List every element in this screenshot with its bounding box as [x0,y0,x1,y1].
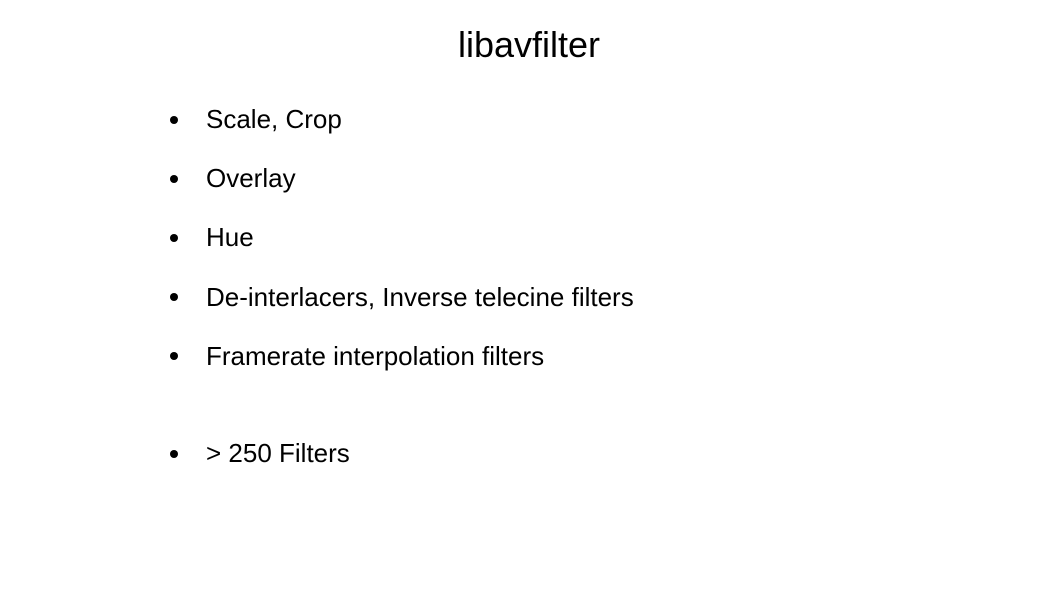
slide-container: libavfilter Scale, Crop Overlay Hue De-i… [0,0,1058,595]
list-item: > 250 Filters [170,438,1058,469]
list-item: Framerate interpolation filters [170,341,1058,372]
bullet-icon [170,234,178,242]
list-item: Scale, Crop [170,104,1058,135]
bullet-icon [170,352,178,360]
bullet-icon [170,116,178,124]
list-gap [170,400,1058,438]
bullet-text: Scale, Crop [206,104,342,135]
bullet-text: Overlay [206,163,296,194]
bullet-text: Framerate interpolation filters [206,341,544,372]
bullet-list-2: > 250 Filters [170,438,1058,469]
list-item: Overlay [170,163,1058,194]
bullet-text: > 250 Filters [206,438,350,469]
slide-title: libavfilter [0,24,1058,66]
bullet-icon [170,293,178,301]
list-item: De-interlacers, Inverse telecine filters [170,282,1058,313]
slide-content: Scale, Crop Overlay Hue De-interlacers, … [0,104,1058,469]
bullet-text: Hue [206,222,254,253]
bullet-icon [170,175,178,183]
list-item: Hue [170,222,1058,253]
bullet-list-1: Scale, Crop Overlay Hue De-interlacers, … [170,104,1058,372]
bullet-icon [170,450,178,458]
bullet-text: De-interlacers, Inverse telecine filters [206,282,634,313]
